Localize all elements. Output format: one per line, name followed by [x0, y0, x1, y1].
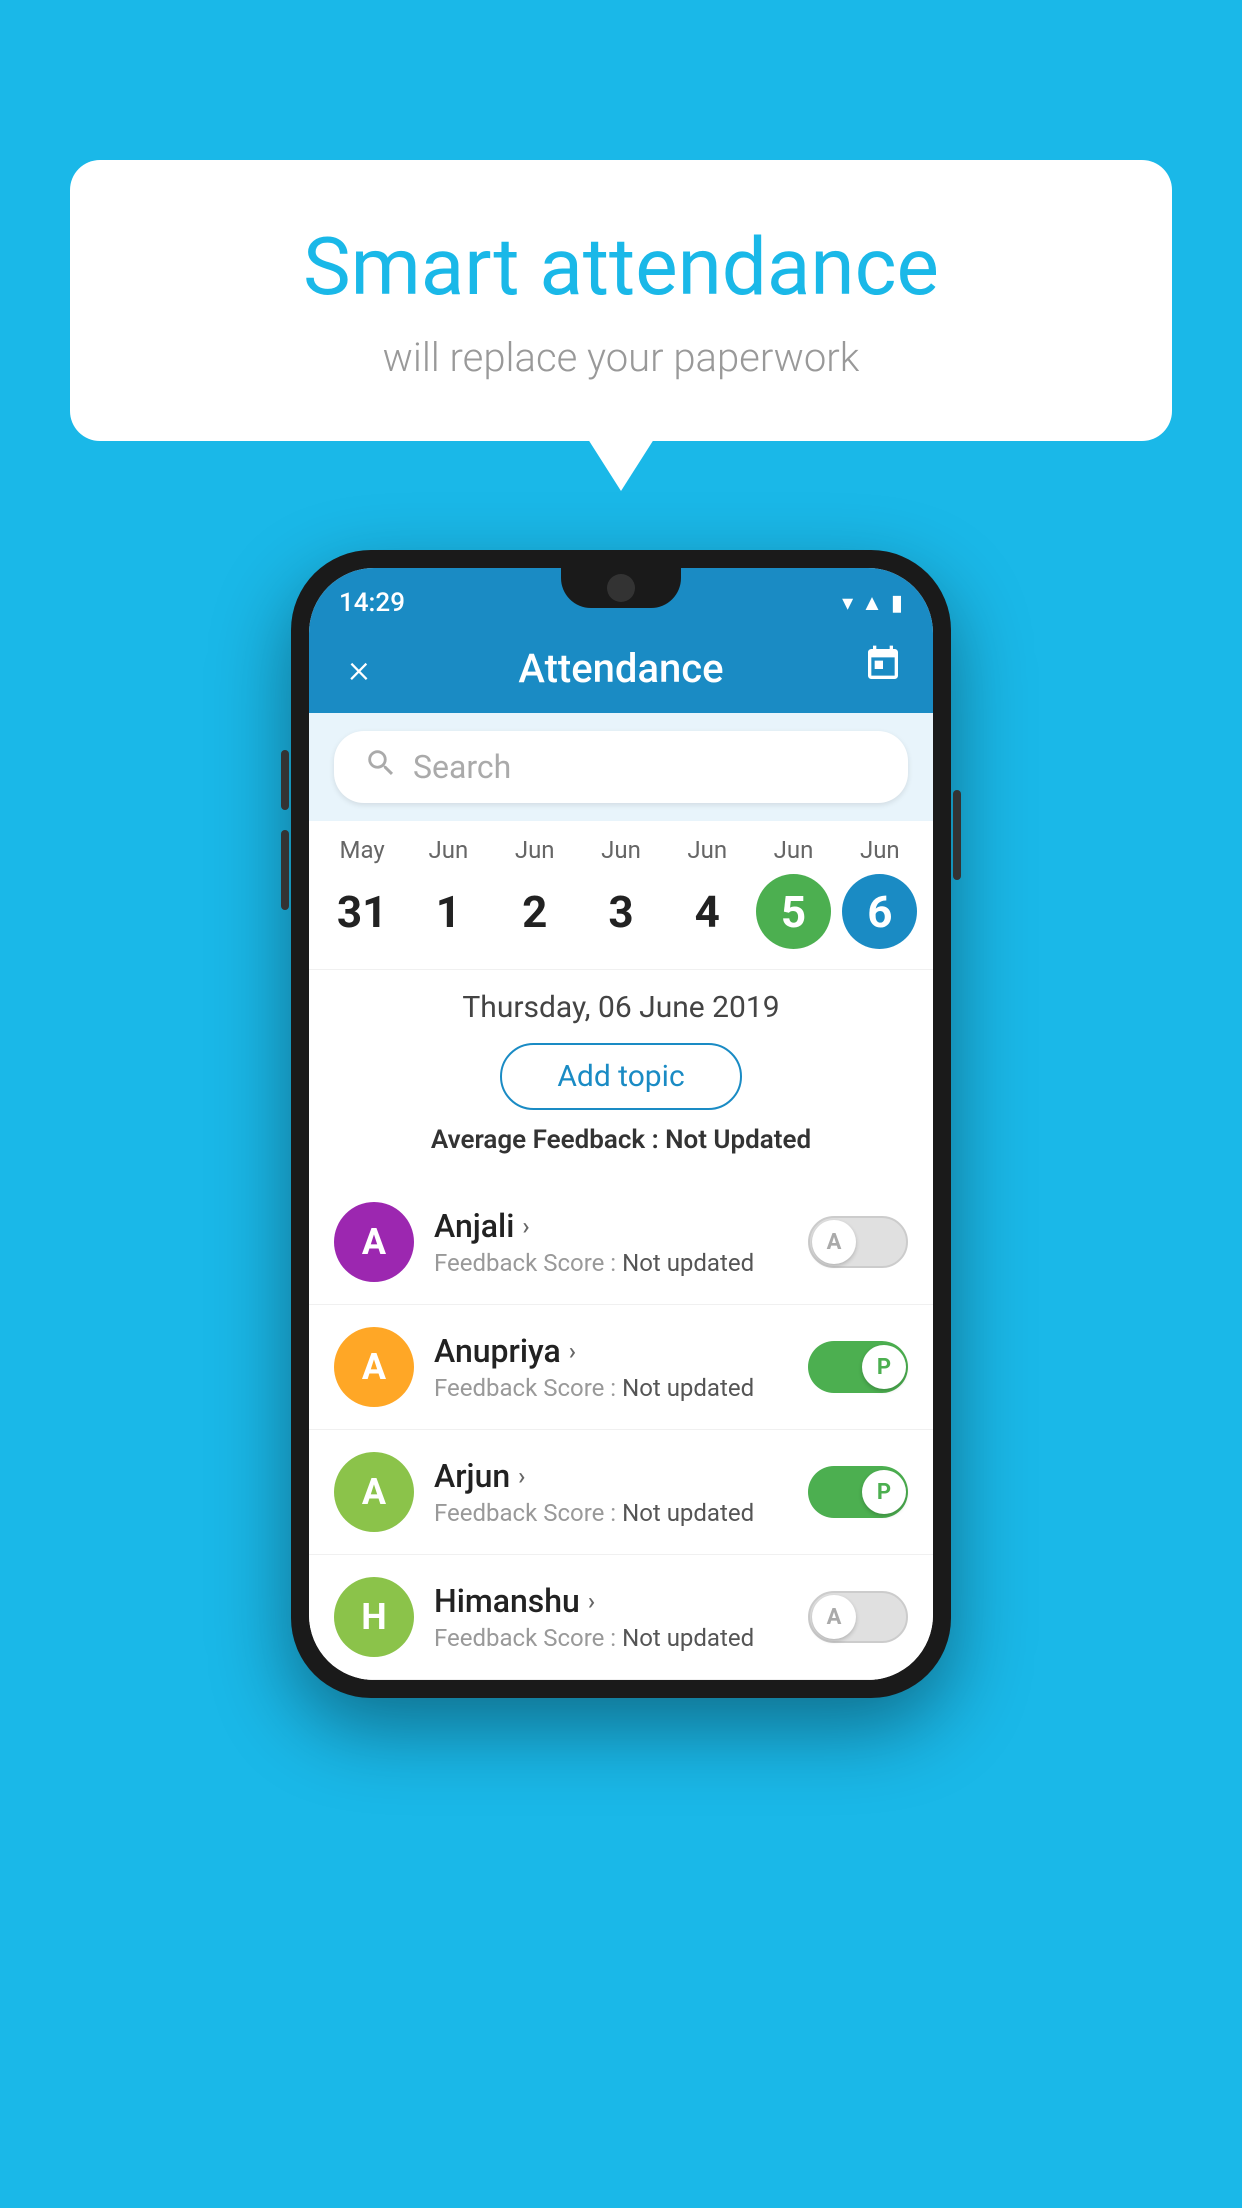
calendar-day[interactable]: Jun 2	[492, 836, 577, 949]
student-name: Arjun ›	[434, 1457, 788, 1495]
avg-feedback-label: Average Feedback :	[431, 1125, 659, 1155]
student-info: Arjun › Feedback Score : Not updated	[434, 1457, 788, 1527]
day-month: Jun	[601, 836, 641, 864]
chevron-icon: ›	[522, 1212, 529, 1240]
student-avatar: H	[334, 1577, 414, 1657]
toggle-thumb: P	[862, 1470, 906, 1514]
day-month: Jun	[774, 836, 814, 864]
phone-camera	[607, 574, 635, 602]
day-month: Jun	[429, 836, 469, 864]
calendar-day[interactable]: Jun 3	[578, 836, 663, 949]
power-button	[953, 790, 961, 880]
volume-down-button	[281, 830, 289, 910]
search-bar[interactable]: Search	[334, 731, 908, 803]
day-number: 2	[497, 874, 572, 949]
speech-bubble: Smart attendance will replace your paper…	[70, 160, 1172, 441]
calendar-icon[interactable]	[858, 644, 908, 693]
student-name: Himanshu ›	[434, 1582, 788, 1620]
toggle-track: A	[808, 1216, 908, 1268]
student-name: Anupriya ›	[434, 1332, 788, 1370]
battery-icon: ▮	[891, 591, 903, 616]
day-number: 5	[756, 874, 831, 949]
wifi-icon: ▾	[842, 591, 853, 616]
calendar-day[interactable]: May 31	[320, 836, 405, 949]
student-item[interactable]: H Himanshu › Feedback Score : Not updated A	[309, 1555, 933, 1680]
toggle-track: P	[808, 1341, 908, 1393]
avg-feedback-value: Not Updated	[665, 1125, 811, 1155]
student-feedback: Feedback Score : Not updated	[434, 1374, 788, 1402]
close-button[interactable]: ×	[334, 645, 384, 692]
student-info: Anjali › Feedback Score : Not updated	[434, 1207, 788, 1277]
day-number: 31	[325, 874, 400, 949]
day-month: May	[340, 836, 385, 864]
search-placeholder: Search	[413, 748, 511, 786]
search-icon	[364, 746, 398, 789]
toggle-thumb: P	[862, 1345, 906, 1389]
day-number: 1	[411, 874, 486, 949]
toggle-track: P	[808, 1466, 908, 1518]
student-name: Anjali ›	[434, 1207, 788, 1245]
student-item[interactable]: A Anjali › Feedback Score : Not updated A	[309, 1180, 933, 1305]
app-bar-title: Attendance	[518, 645, 723, 692]
day-number: 6	[842, 874, 917, 949]
phone-outer: 14:29 ▾ ▲ ▮ × Attendance	[291, 550, 951, 1698]
day-number: 4	[670, 874, 745, 949]
avg-feedback: Average Feedback : Not Updated	[309, 1125, 933, 1165]
app-bar: × Attendance	[309, 623, 933, 713]
student-avatar: A	[334, 1452, 414, 1532]
bubble-subtitle: will replace your paperwork	[150, 334, 1092, 381]
add-topic-button[interactable]: Add topic	[500, 1043, 741, 1110]
status-icons: ▾ ▲ ▮	[842, 590, 903, 616]
student-item[interactable]: A Arjun › Feedback Score : Not updated P	[309, 1430, 933, 1555]
status-time: 14:29	[339, 588, 405, 618]
student-list: AAnjali ›Feedback Score : Not updatedAAA…	[309, 1180, 933, 1680]
volume-up-button	[281, 750, 289, 810]
chevron-icon: ›	[588, 1587, 595, 1615]
student-avatar: A	[334, 1202, 414, 1282]
attendance-toggle[interactable]: A	[808, 1591, 908, 1643]
calendar-day[interactable]: Jun 6	[837, 836, 922, 949]
toggle-thumb: A	[812, 1220, 856, 1264]
student-info: Anupriya › Feedback Score : Not updated	[434, 1332, 788, 1402]
day-month: Jun	[515, 836, 555, 864]
speech-bubble-container: Smart attendance will replace your paper…	[70, 160, 1172, 441]
phone-notch	[561, 568, 681, 608]
calendar-day[interactable]: Jun 4	[665, 836, 750, 949]
student-info: Himanshu › Feedback Score : Not updated	[434, 1582, 788, 1652]
calendar-days: May 31 Jun 1 Jun 2 Jun 3 Jun 4 Jun 5 Jun 6	[309, 836, 933, 949]
toggle-thumb: A	[812, 1595, 856, 1639]
attendance-toggle[interactable]: P	[808, 1466, 908, 1518]
attendance-toggle[interactable]: A	[808, 1216, 908, 1268]
search-bar-container: Search	[309, 713, 933, 821]
chevron-icon: ›	[518, 1462, 525, 1490]
calendar-day[interactable]: Jun 1	[406, 836, 491, 949]
day-number: 3	[583, 874, 658, 949]
student-avatar: A	[334, 1327, 414, 1407]
bubble-title: Smart attendance	[150, 220, 1092, 314]
student-feedback: Feedback Score : Not updated	[434, 1499, 788, 1527]
phone-screen: 14:29 ▾ ▲ ▮ × Attendance	[309, 568, 933, 1680]
toggle-track: A	[808, 1591, 908, 1643]
chevron-icon: ›	[569, 1337, 576, 1365]
selected-date: Thursday, 06 June 2019	[309, 990, 933, 1025]
date-section: Thursday, 06 June 2019 Add topic Average…	[309, 969, 933, 1180]
student-item[interactable]: A Anupriya › Feedback Score : Not updated P	[309, 1305, 933, 1430]
phone-wrapper: 14:29 ▾ ▲ ▮ × Attendance	[291, 550, 951, 1698]
day-month: Jun	[687, 836, 727, 864]
calendar-strip: May 31 Jun 1 Jun 2 Jun 3 Jun 4 Jun 5 Jun 6	[309, 821, 933, 969]
attendance-toggle[interactable]: P	[808, 1341, 908, 1393]
student-feedback: Feedback Score : Not updated	[434, 1249, 788, 1277]
student-feedback: Feedback Score : Not updated	[434, 1624, 788, 1652]
day-month: Jun	[860, 836, 900, 864]
calendar-day[interactable]: Jun 5	[751, 836, 836, 949]
signal-icon: ▲	[861, 590, 883, 616]
